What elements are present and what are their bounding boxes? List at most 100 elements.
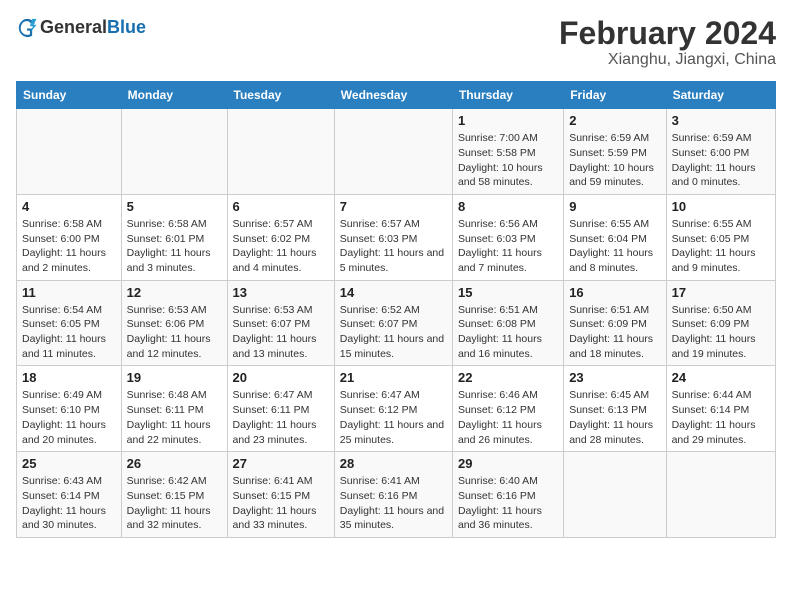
day-number: 14 bbox=[340, 285, 447, 300]
day-number: 24 bbox=[672, 370, 770, 385]
calendar-cell: 28Sunrise: 6:41 AMSunset: 6:16 PMDayligh… bbox=[334, 452, 452, 538]
day-info: Sunrise: 6:40 AMSunset: 6:16 PMDaylight:… bbox=[458, 474, 558, 533]
calendar-cell: 21 Sunrise: 6:47 AMSunset: 6:12 PMDayligh… bbox=[334, 366, 452, 452]
day-info: Sunrise: 6:43 AMSunset: 6:14 PMDaylight:… bbox=[22, 474, 116, 533]
day-number: 19 bbox=[127, 370, 222, 385]
logo-icon bbox=[16, 16, 38, 38]
weekday-header: Thursday bbox=[452, 82, 563, 109]
calendar-cell: 11 Sunrise: 6:54 AMSunset: 6:05 PMDayligh… bbox=[17, 280, 122, 366]
calendar-week-row: 4Sunrise: 6:58 AMSunset: 6:00 PMDaylight… bbox=[17, 194, 776, 280]
day-number: 21 bbox=[340, 370, 447, 385]
calendar-week-row: 11 Sunrise: 6:54 AMSunset: 6:05 PMDayligh… bbox=[17, 280, 776, 366]
day-number: 5 bbox=[127, 199, 222, 214]
calendar-cell: 24 Sunrise: 6:44 AMSunset: 6:14 PMDayligh… bbox=[666, 366, 775, 452]
calendar-cell bbox=[121, 109, 227, 195]
day-number: 20 bbox=[233, 370, 329, 385]
calendar-cell: 23 Sunrise: 6:45 AMSunset: 6:13 PMDayligh… bbox=[564, 366, 666, 452]
calendar-cell: 16 Sunrise: 6:51 AMSunset: 6:09 PMDayligh… bbox=[564, 280, 666, 366]
calendar-cell: 15Sunrise: 6:51 AMSunset: 6:08 PMDayligh… bbox=[452, 280, 563, 366]
calendar-cell: 4Sunrise: 6:58 AMSunset: 6:00 PMDaylight… bbox=[17, 194, 122, 280]
day-number: 4 bbox=[22, 199, 116, 214]
weekday-header: Friday bbox=[564, 82, 666, 109]
calendar-cell: 12 Sunrise: 6:53 AMSunset: 6:06 PMDayligh… bbox=[121, 280, 227, 366]
logo-blue: Blue bbox=[107, 17, 146, 37]
calendar-cell bbox=[666, 452, 775, 538]
calendar-cell: 19 Sunrise: 6:48 AMSunset: 6:11 PMDayligh… bbox=[121, 366, 227, 452]
day-info: Sunrise: 6:53 AMSunset: 6:06 PMDaylight:… bbox=[127, 303, 222, 362]
weekday-header: Monday bbox=[121, 82, 227, 109]
day-info: Sunrise: 6:55 AMSunset: 6:05 PMDaylight:… bbox=[672, 217, 770, 276]
calendar-cell: 7 Sunrise: 6:57 AMSunset: 6:03 PMDaylight… bbox=[334, 194, 452, 280]
day-number: 27 bbox=[233, 456, 329, 471]
day-info: Sunrise: 7:00 AMSunset: 5:58 PMDaylight:… bbox=[458, 131, 558, 190]
calendar-cell: 1 Sunrise: 7:00 AMSunset: 5:58 PMDaylight… bbox=[452, 109, 563, 195]
calendar-table: SundayMondayTuesdayWednesdayThursdayFrid… bbox=[16, 81, 776, 538]
day-info: Sunrise: 6:57 AMSunset: 6:03 PMDaylight:… bbox=[340, 217, 447, 276]
day-info: Sunrise: 6:51 AMSunset: 6:09 PMDaylight:… bbox=[569, 303, 660, 362]
day-info: Sunrise: 6:53 AMSunset: 6:07 PMDaylight:… bbox=[233, 303, 329, 362]
calendar-week-row: 18 Sunrise: 6:49 AMSunset: 6:10 PMDayligh… bbox=[17, 366, 776, 452]
calendar-week-row: 25 Sunrise: 6:43 AMSunset: 6:14 PMDayligh… bbox=[17, 452, 776, 538]
calendar-cell: 20 Sunrise: 6:47 AMSunset: 6:11 PMDayligh… bbox=[227, 366, 334, 452]
day-number: 8 bbox=[458, 199, 558, 214]
calendar-cell: 25 Sunrise: 6:43 AMSunset: 6:14 PMDayligh… bbox=[17, 452, 122, 538]
calendar-header-row: SundayMondayTuesdayWednesdayThursdayFrid… bbox=[17, 82, 776, 109]
calendar-cell: 22Sunrise: 6:46 AMSunset: 6:12 PMDayligh… bbox=[452, 366, 563, 452]
page-subtitle: Xianghu, Jiangxi, China bbox=[559, 51, 776, 69]
calendar-cell: 5 Sunrise: 6:58 AMSunset: 6:01 PMDaylight… bbox=[121, 194, 227, 280]
day-info: Sunrise: 6:45 AMSunset: 6:13 PMDaylight:… bbox=[569, 388, 660, 447]
calendar-cell: 6Sunrise: 6:57 AMSunset: 6:02 PMDaylight… bbox=[227, 194, 334, 280]
day-info: Sunrise: 6:47 AMSunset: 6:12 PMDaylight:… bbox=[340, 388, 447, 447]
day-info: Sunrise: 6:42 AMSunset: 6:15 PMDaylight:… bbox=[127, 474, 222, 533]
logo-general: General bbox=[40, 17, 107, 37]
calendar-cell: 17 Sunrise: 6:50 AMSunset: 6:09 PMDayligh… bbox=[666, 280, 775, 366]
day-number: 7 bbox=[340, 199, 447, 214]
day-number: 10 bbox=[672, 199, 770, 214]
day-number: 13 bbox=[233, 285, 329, 300]
header: GeneralBlue February 2024 Xianghu, Jiang… bbox=[16, 16, 776, 69]
day-number: 25 bbox=[22, 456, 116, 471]
day-info: Sunrise: 6:59 AMSunset: 5:59 PMDaylight:… bbox=[569, 131, 660, 190]
day-number: 1 bbox=[458, 113, 558, 128]
day-info: Sunrise: 6:50 AMSunset: 6:09 PMDaylight:… bbox=[672, 303, 770, 362]
calendar-cell: 2 Sunrise: 6:59 AMSunset: 5:59 PMDaylight… bbox=[564, 109, 666, 195]
calendar-cell: 3Sunrise: 6:59 AMSunset: 6:00 PMDaylight… bbox=[666, 109, 775, 195]
day-number: 22 bbox=[458, 370, 558, 385]
page-title: February 2024 bbox=[559, 16, 776, 51]
logo: GeneralBlue bbox=[16, 16, 146, 38]
day-info: Sunrise: 6:58 AMSunset: 6:01 PMDaylight:… bbox=[127, 217, 222, 276]
weekday-header: Saturday bbox=[666, 82, 775, 109]
day-number: 2 bbox=[569, 113, 660, 128]
calendar-body: 1 Sunrise: 7:00 AMSunset: 5:58 PMDaylight… bbox=[17, 109, 776, 538]
day-info: Sunrise: 6:44 AMSunset: 6:14 PMDaylight:… bbox=[672, 388, 770, 447]
day-info: Sunrise: 6:48 AMSunset: 6:11 PMDaylight:… bbox=[127, 388, 222, 447]
calendar-cell bbox=[334, 109, 452, 195]
calendar-cell bbox=[227, 109, 334, 195]
calendar-cell: 8 Sunrise: 6:56 AMSunset: 6:03 PMDaylight… bbox=[452, 194, 563, 280]
calendar-cell: 13 Sunrise: 6:53 AMSunset: 6:07 PMDayligh… bbox=[227, 280, 334, 366]
calendar-cell bbox=[564, 452, 666, 538]
day-info: Sunrise: 6:59 AMSunset: 6:00 PMDaylight:… bbox=[672, 131, 770, 190]
calendar-cell: 29 Sunrise: 6:40 AMSunset: 6:16 PMDayligh… bbox=[452, 452, 563, 538]
weekday-header: Wednesday bbox=[334, 82, 452, 109]
day-number: 18 bbox=[22, 370, 116, 385]
day-info: Sunrise: 6:55 AMSunset: 6:04 PMDaylight:… bbox=[569, 217, 660, 276]
weekday-header: Sunday bbox=[17, 82, 122, 109]
day-number: 9 bbox=[569, 199, 660, 214]
calendar-cell: 18 Sunrise: 6:49 AMSunset: 6:10 PMDayligh… bbox=[17, 366, 122, 452]
day-number: 28 bbox=[340, 456, 447, 471]
day-info: Sunrise: 6:49 AMSunset: 6:10 PMDaylight:… bbox=[22, 388, 116, 447]
day-number: 12 bbox=[127, 285, 222, 300]
day-number: 15 bbox=[458, 285, 558, 300]
calendar-cell: 27Sunrise: 6:41 AMSunset: 6:15 PMDayligh… bbox=[227, 452, 334, 538]
day-number: 23 bbox=[569, 370, 660, 385]
day-number: 29 bbox=[458, 456, 558, 471]
calendar-cell: 9 Sunrise: 6:55 AMSunset: 6:04 PMDaylight… bbox=[564, 194, 666, 280]
day-info: Sunrise: 6:47 AMSunset: 6:11 PMDaylight:… bbox=[233, 388, 329, 447]
day-number: 17 bbox=[672, 285, 770, 300]
day-info: Sunrise: 6:56 AMSunset: 6:03 PMDaylight:… bbox=[458, 217, 558, 276]
day-number: 16 bbox=[569, 285, 660, 300]
day-info: Sunrise: 6:52 AMSunset: 6:07 PMDaylight:… bbox=[340, 303, 447, 362]
day-info: Sunrise: 6:54 AMSunset: 6:05 PMDaylight:… bbox=[22, 303, 116, 362]
day-number: 11 bbox=[22, 285, 116, 300]
